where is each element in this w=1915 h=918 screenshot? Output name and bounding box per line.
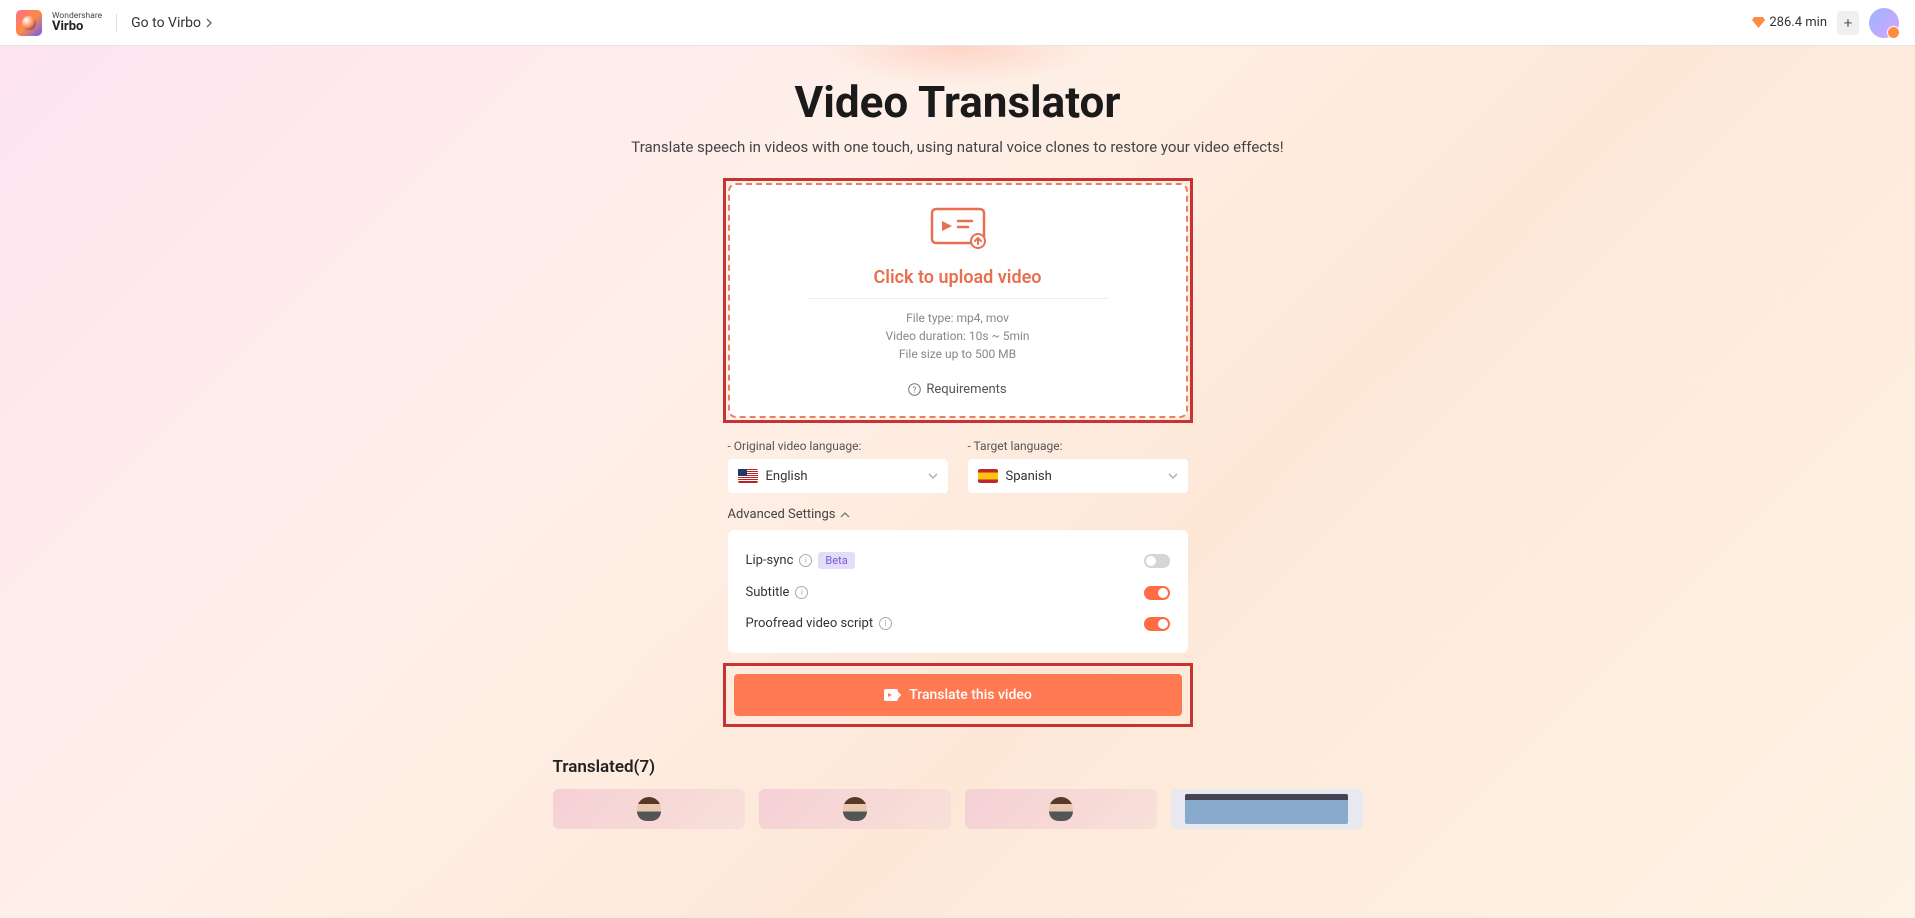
translated-thumbnails — [553, 789, 1363, 829]
app-header: Wondershare Virbo Go to Virbo 286.4 min … — [0, 0, 1915, 46]
info-icon[interactable]: i — [795, 586, 808, 599]
brand-name: Virbo — [52, 20, 102, 33]
upload-file-type: File type: mp4, mov — [750, 309, 1166, 327]
user-avatar[interactable] — [1869, 8, 1899, 38]
add-credits-button[interactable]: + — [1837, 11, 1859, 35]
header-right: 286.4 min + — [1752, 8, 1899, 38]
translate-button-label: Translate this video — [909, 687, 1032, 703]
lip-sync-toggle[interactable] — [1144, 554, 1170, 568]
upload-video-icon — [930, 207, 986, 249]
question-circle-icon: ? — [908, 383, 921, 396]
info-icon[interactable]: i — [879, 617, 892, 630]
video-thumbnail[interactable] — [1171, 789, 1363, 829]
upload-size: File size up to 500 MB — [750, 345, 1166, 363]
nav-link-label: Go to Virbo — [131, 15, 201, 31]
go-to-virbo-link[interactable]: Go to Virbo — [131, 15, 213, 31]
credits-value: 286.4 min — [1769, 15, 1827, 30]
credits-display: 286.4 min — [1752, 15, 1827, 30]
translated-section: Translated(7) — [553, 757, 1363, 829]
translate-button[interactable]: Translate this video — [734, 674, 1182, 716]
upload-highlight: Click to upload video File type: mp4, mo… — [723, 178, 1193, 423]
advanced-settings-toggle[interactable]: Advanced Settings — [728, 507, 1188, 522]
video-thumbnail[interactable] — [759, 789, 951, 829]
main-content: Video Translator Translate speech in vid… — [0, 46, 1915, 918]
chevron-down-icon — [928, 473, 938, 479]
chevron-down-icon — [1168, 473, 1178, 479]
target-language-value: Spanish — [1006, 469, 1052, 484]
divider — [116, 14, 117, 32]
proofread-left: Proofread video script i — [746, 616, 893, 631]
requirements-label: Requirements — [926, 382, 1006, 397]
original-language-col: - Original video language: English — [728, 439, 948, 493]
subtitle-row: Subtitle i — [746, 577, 1170, 608]
subtitle-toggle[interactable] — [1144, 586, 1170, 600]
chevron-up-icon — [840, 512, 850, 518]
page-title: Video Translator — [0, 76, 1915, 128]
translate-icon — [883, 686, 903, 704]
requirements-link[interactable]: ? Requirements — [908, 382, 1006, 397]
proofread-toggle[interactable] — [1144, 617, 1170, 631]
subtitle-label: Subtitle — [746, 585, 790, 600]
translate-highlight: Translate this video — [723, 663, 1193, 727]
video-thumbnail[interactable] — [965, 789, 1157, 829]
logo-text: Wondershare Virbo — [52, 12, 102, 34]
proofread-row: Proofread video script i — [746, 608, 1170, 639]
advanced-settings-label: Advanced Settings — [728, 507, 836, 522]
target-language-col: - Target language: Spanish — [968, 439, 1188, 493]
target-language-select[interactable]: Spanish — [968, 459, 1188, 493]
lip-sync-left: Lip-sync i Beta — [746, 552, 855, 569]
upload-divider — [808, 298, 1108, 299]
flag-es-icon — [978, 469, 998, 483]
advanced-settings-panel: Lip-sync i Beta Subtitle i Proofread vid… — [728, 530, 1188, 653]
subtitle-left: Subtitle i — [746, 585, 809, 600]
app-logo-icon — [16, 10, 42, 36]
chevron-right-icon — [205, 18, 213, 28]
diamond-icon — [1752, 17, 1765, 28]
header-left: Wondershare Virbo Go to Virbo — [16, 10, 213, 36]
lip-sync-row: Lip-sync i Beta — [746, 544, 1170, 577]
original-language-label: - Original video language: — [728, 439, 948, 453]
translated-title: Translated(7) — [553, 757, 1363, 777]
video-thumbnail[interactable] — [553, 789, 745, 829]
svg-text:?: ? — [913, 386, 917, 395]
page-subtitle: Translate speech in videos with one touc… — [0, 138, 1915, 156]
flag-us-icon — [738, 469, 758, 483]
original-language-value: English — [766, 469, 808, 484]
beta-badge: Beta — [818, 552, 854, 569]
upload-dropzone[interactable]: Click to upload video File type: mp4, mo… — [728, 183, 1188, 418]
upload-duration: Video duration: 10s ~ 5min — [750, 327, 1166, 345]
upload-cta: Click to upload video — [750, 267, 1166, 288]
target-language-label: - Target language: — [968, 439, 1188, 453]
original-language-select[interactable]: English — [728, 459, 948, 493]
upload-info: File type: mp4, mov Video duration: 10s … — [750, 309, 1166, 363]
info-icon[interactable]: i — [799, 554, 812, 567]
proofread-label: Proofread video script — [746, 616, 874, 631]
language-row: - Original video language: English - Tar… — [728, 439, 1188, 493]
lip-sync-label: Lip-sync — [746, 553, 794, 568]
